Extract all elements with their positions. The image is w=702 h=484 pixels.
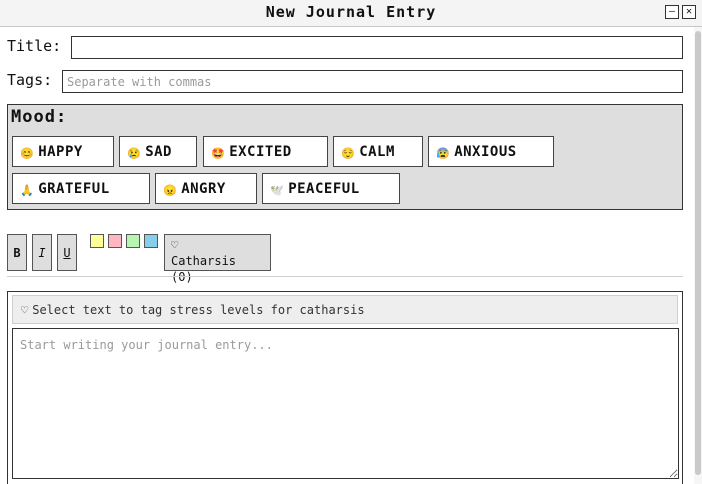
catharsis-hint-text: Select text to tag stress levels for cat… [32,302,365,317]
underline-label: U [63,245,71,260]
title-label: Title: [7,37,62,55]
mood-button-grateful[interactable]: 🙏 GRATEFUL [12,173,150,204]
angry-face-icon: 😠 [163,183,178,197]
mood-button-excited[interactable]: 🤩 EXCITED [203,136,328,167]
bold-button[interactable]: B [7,234,27,271]
italic-label: I [38,245,46,260]
window-title-bar: New Journal Entry – ✕ [0,0,702,27]
bold-label: B [13,245,21,260]
mood-button-sad[interactable]: 😢 SAD [119,136,197,167]
title-input[interactable] [71,36,683,59]
mood-button-calm[interactable]: 😌 CALM [333,136,423,167]
mood-label: EXCITED [229,143,292,160]
minimize-icon: – [668,6,676,17]
close-icon: ✕ [685,6,693,17]
scrollbar-thumb[interactable] [695,31,701,475]
close-button[interactable]: ✕ [682,5,696,19]
mood-label: ANGRY [181,180,226,197]
mood-button-anxious[interactable]: 😰 ANXIOUS [428,136,554,167]
highlight-pink-swatch[interactable] [108,234,122,248]
mood-button-angry[interactable]: 😠 ANGRY [155,173,257,204]
tags-label: Tags: [7,71,53,89]
italic-button[interactable]: I [32,234,52,271]
star-struck-face-icon: 🤩 [211,146,226,160]
mood-label: HAPPY [38,143,83,160]
crying-face-icon: 😢 [127,146,142,160]
tags-input[interactable] [62,70,683,93]
mood-label: ANXIOUS [454,143,517,160]
highlight-blue-swatch[interactable] [144,234,158,248]
folded-hands-icon: 🙏 [20,183,35,197]
underline-button[interactable]: U [57,234,77,271]
heart-icon: ♡ [171,238,179,252]
relieved-face-icon: 😌 [341,146,356,160]
catharsis-hint-bar: ♡ Select text to tag stress levels for c… [12,295,678,324]
journal-entry-textarea[interactable] [12,328,679,479]
heart-icon: ♡ [21,302,29,317]
mood-label: CALM [359,143,395,160]
happy-face-icon: 😊 [20,146,35,160]
mood-label: SAD [145,143,172,160]
journal-editor: ♡ Select text to tag stress levels for c… [7,291,683,484]
highlight-yellow-swatch[interactable] [90,234,104,248]
mood-label: GRATEFUL [38,180,110,197]
minimize-button[interactable]: – [665,5,679,19]
mood-button-happy[interactable]: 😊 HAPPY [12,136,114,167]
highlight-green-swatch[interactable] [126,234,140,248]
catharsis-button[interactable]: ♡ Catharsis (0) [164,234,271,284]
vertical-scrollbar[interactable] [694,27,702,484]
toolbar-divider [7,276,683,277]
window-title: New Journal Entry [265,3,437,21]
catharsis-count-label: Catharsis (0) [171,254,237,284]
anxious-face-icon: 😰 [436,146,451,160]
mood-button-peaceful[interactable]: 🕊️ PEACEFUL [262,173,400,204]
dove-icon: 🕊️ [270,183,285,197]
mood-label: PEACEFUL [288,180,360,197]
mood-selector: Mood: 😊 HAPPY 😢 SAD 🤩 EXCITED 😌 CALM 😰 A… [7,104,683,210]
mood-heading: Mood: [11,107,68,127]
